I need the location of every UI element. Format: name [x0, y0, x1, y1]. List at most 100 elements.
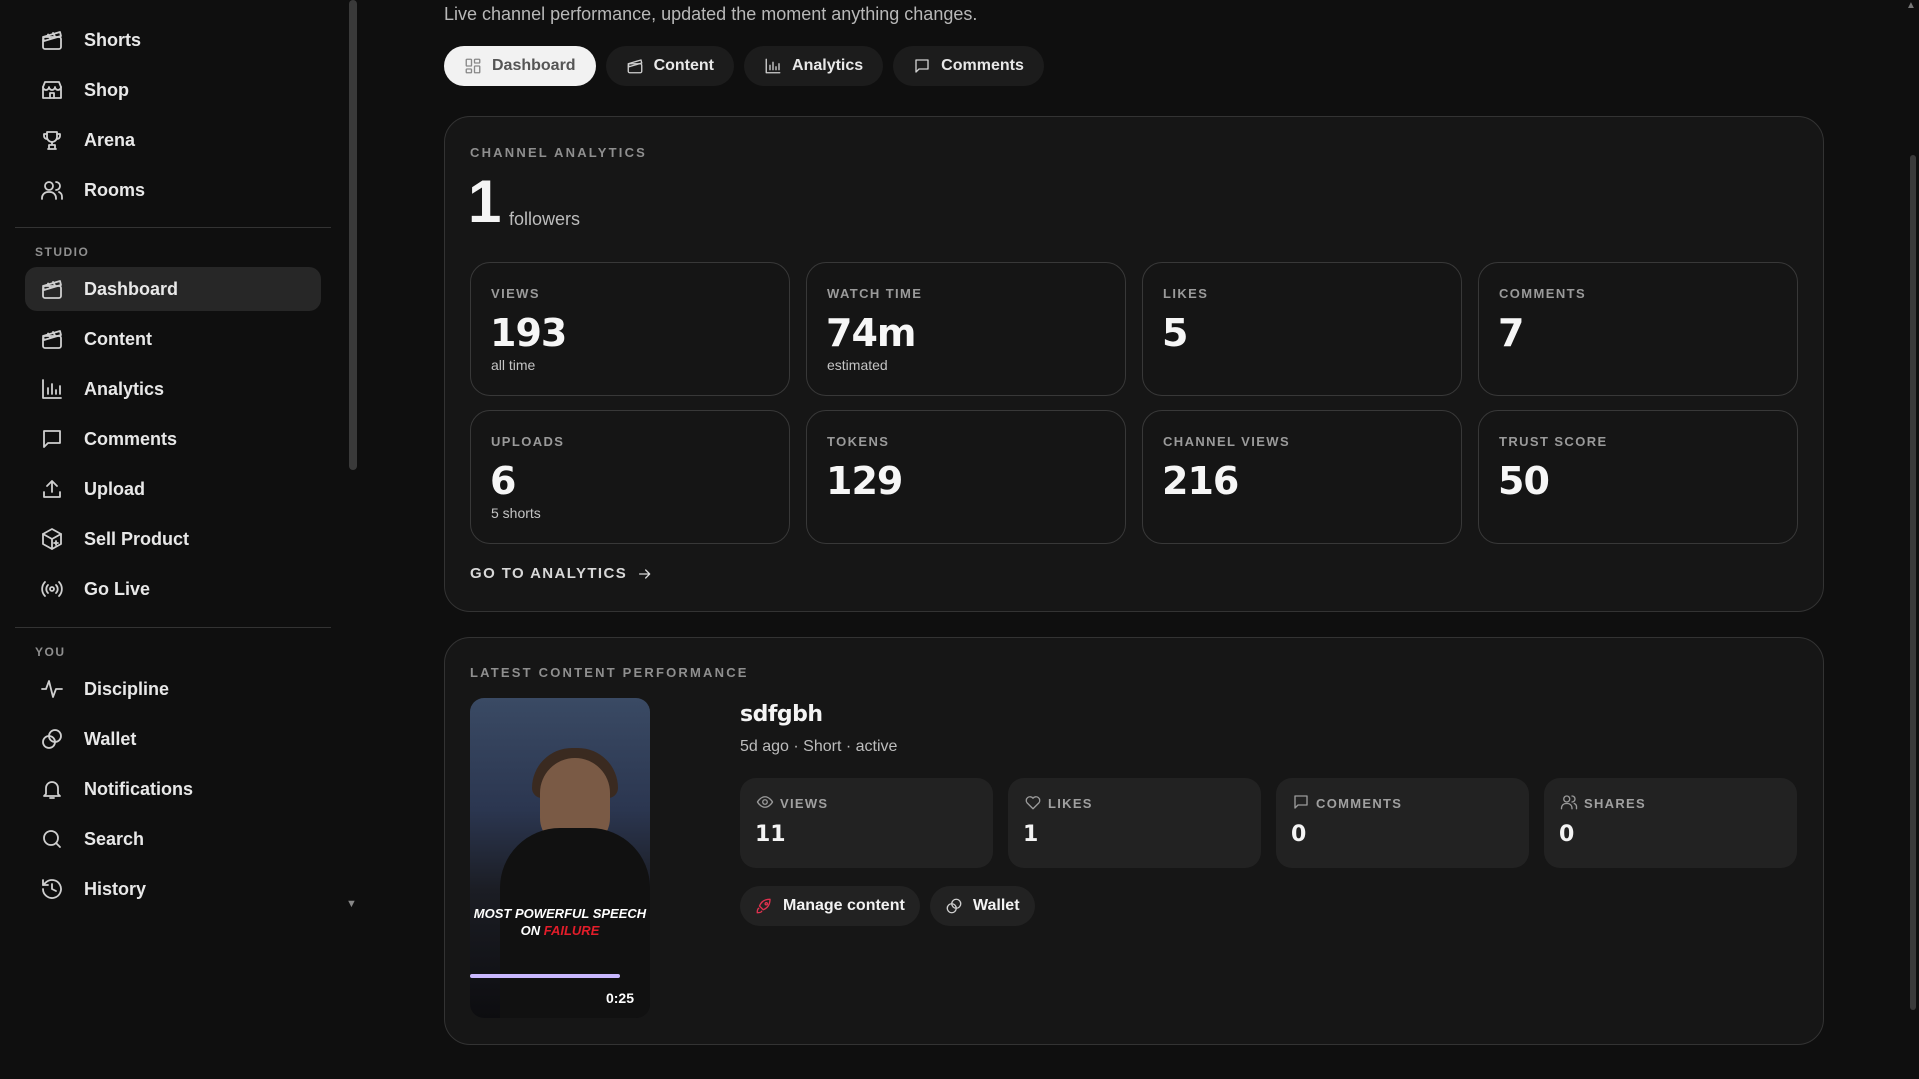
- go-to-analytics-link[interactable]: GO TO ANALYTICS: [470, 565, 653, 582]
- clapper-icon: [39, 326, 65, 352]
- broadcast-icon: [39, 576, 65, 602]
- stat-watch-time: WATCH TIME 74m estimated: [806, 262, 1126, 396]
- stat-sub: 5 shorts: [491, 505, 541, 521]
- heart-icon: [1024, 793, 1042, 811]
- sidebar-item-wallet[interactable]: Wallet: [25, 717, 321, 761]
- sidebar-item-go-live[interactable]: Go Live: [25, 567, 321, 611]
- metric-value: 1: [1023, 822, 1039, 847]
- sidebar-item-label: Shop: [84, 79, 129, 100]
- sidebar-item-upload[interactable]: Upload: [25, 467, 321, 511]
- history-icon: [39, 876, 65, 902]
- sidebar-item-notifications[interactable]: Notifications: [25, 767, 321, 811]
- comment-icon: [1292, 793, 1310, 811]
- stat-trust-score: TRUST SCORE 50: [1478, 410, 1798, 544]
- stat-label: TRUST SCORE: [1499, 434, 1608, 449]
- sidebar-item-shorts[interactable]: Shorts: [25, 18, 321, 62]
- sidebar-item-history[interactable]: History: [25, 867, 321, 911]
- stat-value: 216: [1162, 459, 1239, 503]
- tab-label: Content: [653, 57, 715, 74]
- stat-label: COMMENTS: [1499, 286, 1587, 301]
- sidebar-item-arena[interactable]: Arena: [25, 118, 321, 162]
- sidebar-item-label: Go Live: [84, 578, 151, 599]
- sidebar-item-analytics[interactable]: Analytics: [25, 367, 321, 411]
- sidebar-item-content[interactable]: Content: [25, 317, 321, 361]
- stat-value: 6: [490, 459, 516, 503]
- sidebar-item-label: Rooms: [84, 179, 146, 200]
- sidebar-item-label: Sell Product: [84, 528, 190, 549]
- sidebar-scrollbar[interactable]: [349, 0, 357, 470]
- sidebar-item-label: Upload: [84, 478, 145, 499]
- metric-likes: LIKES 1: [1008, 778, 1261, 868]
- video-duration: 0:25: [605, 990, 634, 1006]
- manage-content-button[interactable]: Manage content: [740, 886, 920, 926]
- tab-analytics[interactable]: Analytics: [744, 46, 884, 86]
- latest-content-card: LATEST CONTENT PERFORMANCE MOST POWERFUL…: [444, 637, 1824, 1045]
- wallet-button[interactable]: Wallet: [930, 886, 1035, 926]
- bar-chart-icon: [39, 376, 65, 402]
- sidebar-item-dashboard[interactable]: Dashboard: [25, 267, 321, 311]
- metric-views: VIEWS 11: [740, 778, 993, 868]
- stat-value: 129: [826, 459, 903, 503]
- eye-icon: [756, 793, 774, 811]
- sidebar-item-label: Wallet: [84, 728, 137, 749]
- metric-shares: SHARES 0: [1544, 778, 1797, 868]
- thumbnail-progress-bar: [470, 974, 620, 978]
- sidebar-item-label: Comments: [84, 428, 178, 449]
- scroll-down-arrow-icon[interactable]: ▼: [346, 898, 357, 910]
- metric-value: 0: [1559, 822, 1575, 847]
- video-title[interactable]: sdfgbh: [740, 702, 823, 727]
- metric-comments: COMMENTS 0: [1276, 778, 1529, 868]
- thumbnail-caption-part: ON: [520, 923, 544, 938]
- sidebar-divider: [15, 227, 331, 228]
- sidebar-item-label: Discipline: [84, 678, 170, 699]
- sidebar-item-comments[interactable]: Comments: [25, 417, 321, 461]
- stat-value: 74m: [826, 311, 916, 355]
- studio-tabs: Dashboard Content Analytics Comments: [444, 46, 1044, 86]
- stat-value: 5: [1162, 311, 1188, 355]
- sidebar-item-label: History: [84, 878, 147, 899]
- sidebar-item-label: Analytics: [84, 378, 165, 399]
- video-meta: 5d ago · Short · active: [740, 738, 898, 755]
- sidebar-item-discipline[interactable]: Discipline: [25, 667, 321, 711]
- coins-icon: [39, 726, 65, 752]
- metric-label: COMMENTS: [1316, 796, 1403, 811]
- stat-value: 193: [490, 311, 567, 355]
- stat-label: CHANNEL VIEWS: [1163, 434, 1291, 449]
- sidebar-item-shop[interactable]: Shop: [25, 68, 321, 112]
- section-label-studio: STUDIO: [35, 245, 90, 259]
- stat-tokens: TOKENS 129: [806, 410, 1126, 544]
- stat-views: VIEWS 193 all time: [470, 262, 790, 396]
- tab-comments[interactable]: Comments: [893, 46, 1044, 86]
- sidebar-item-label: Shorts: [84, 29, 142, 50]
- metric-label: SHARES: [1584, 796, 1646, 811]
- video-thumbnail[interactable]: MOST POWERFUL SPEECH ON FAILURE 0:25: [470, 698, 650, 1018]
- sidebar-item-sell-product[interactable]: Sell Product: [25, 517, 321, 561]
- stat-label: VIEWS: [491, 286, 540, 301]
- stat-value: 50: [1498, 459, 1550, 503]
- card-title: LATEST CONTENT PERFORMANCE: [470, 665, 749, 680]
- upload-icon: [39, 476, 65, 502]
- thumbnail-caption-highlight: FAILURE: [543, 923, 600, 938]
- metric-value: 11: [755, 822, 786, 847]
- users-icon: [39, 177, 65, 203]
- shop-icon: [39, 77, 65, 103]
- clapper-icon: [39, 276, 65, 302]
- sidebar-item-search[interactable]: Search: [25, 817, 321, 861]
- stat-sub: estimated: [827, 357, 888, 373]
- tab-label: Comments: [941, 57, 1024, 74]
- comment-icon: [915, 59, 929, 73]
- button-label: Manage content: [783, 897, 905, 914]
- scroll-up-arrow-icon[interactable]: ▲: [1906, 0, 1916, 11]
- stat-value: 7: [1498, 311, 1524, 355]
- sidebar-item-label: Arena: [84, 129, 136, 150]
- sidebar-item-rooms[interactable]: Rooms: [25, 168, 321, 212]
- stat-likes: LIKES 5: [1142, 262, 1462, 396]
- thumbnail-caption: MOST POWERFUL SPEECH: [473, 906, 647, 921]
- tab-dashboard[interactable]: Dashboard: [444, 46, 596, 86]
- page-scrollbar[interactable]: [1910, 155, 1916, 1010]
- section-label-you: YOU: [35, 645, 66, 659]
- stat-sub: all time: [491, 357, 536, 373]
- sidebar-item-label: Content: [84, 328, 152, 349]
- stat-label: TOKENS: [827, 434, 890, 449]
- tab-content[interactable]: Content: [605, 46, 735, 86]
